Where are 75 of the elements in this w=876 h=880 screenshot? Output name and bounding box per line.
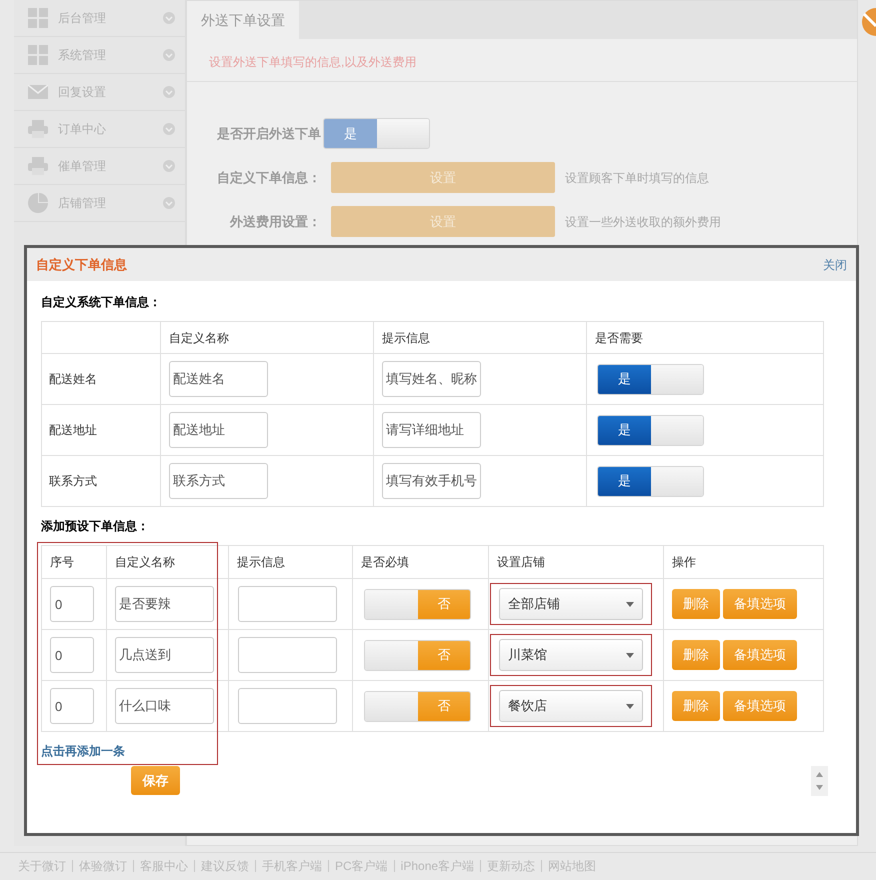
form-label: 自定义下单信息： [216,168,321,187]
store-select[interactable]: 川菜馆 [499,639,643,671]
column-header: 是否必填 [352,546,488,578]
form-label: 外送费用设置： [228,212,321,231]
tab[interactable]: 外送下单设置 [187,1,299,39]
hint-field[interactable] [238,586,337,622]
options-button[interactable]: 备填选项 [723,640,797,670]
hint-field[interactable] [238,688,337,724]
section-title: 自定义系统下单信息： [41,294,162,311]
required-toggle[interactable]: 是 [597,466,704,496]
chevron-circle-icon [163,123,175,135]
store-select[interactable]: 餐饮店 [499,690,643,722]
chevron-circle-icon [163,86,175,98]
delete-button[interactable]: 删除 [672,691,720,721]
save-button[interactable]: 保存 [131,766,180,795]
hint-field[interactable] [238,637,337,673]
column-header: 提示信息 [374,322,586,354]
chevron-circle-icon [163,197,175,209]
grid-icon [28,8,48,28]
printer-icon [28,157,48,175]
column-header: 是否需要 [586,322,824,354]
name-field[interactable]: 什么口味 [115,688,214,724]
close-icon[interactable] [860,8,876,36]
table-cell: 配送地址 [42,404,160,456]
column-header: 操作 [664,546,824,578]
required-toggle[interactable]: 否 [364,640,471,670]
required-toggle[interactable]: 否 [364,588,471,620]
chevron-circle-icon [163,160,175,172]
section-title: 添加预设下单信息： [41,518,150,535]
column-header: 序号 [42,546,106,578]
note-text: 设置一些外送收取的额外费用 [565,214,721,230]
dropdown-caret-icon [626,652,634,658]
column-header: 自定义名称 [160,322,374,354]
name-field[interactable]: 几点送到 [115,637,214,673]
required-toggle[interactable]: 是 [597,414,704,446]
chevron-circle-icon [163,12,175,24]
settings-button[interactable]: 设置 [331,162,555,193]
order-field[interactable]: 0 [50,688,94,724]
order-field[interactable]: 0 [50,586,94,622]
name-field[interactable]: 联系方式 [169,463,268,499]
grid-icon [28,45,48,65]
add-row-link[interactable]: 点击再添加一条 [41,742,125,760]
store-select[interactable]: 全部店铺 [499,588,643,620]
column-header: 设置店铺 [488,546,664,578]
envelope-icon [28,85,48,99]
delivery-toggle[interactable]: 是 [323,118,430,149]
order-field[interactable]: 0 [50,637,94,673]
column-header: 自定义名称 [106,546,228,578]
required-toggle[interactable]: 是 [597,364,704,394]
printer-icon [28,120,48,138]
scroll-arrows-icon[interactable] [811,766,828,796]
name-field[interactable]: 是否要辣 [115,586,214,622]
name-field[interactable]: 配送姓名 [169,361,268,397]
hint-field[interactable]: 填写有效手机号 [382,463,481,499]
close-link[interactable]: 关闭 [823,256,847,274]
pie-chart-icon [28,193,48,213]
chevron-circle-icon [163,49,175,61]
required-toggle[interactable]: 否 [364,690,471,722]
table-cell: 配送姓名 [42,354,160,404]
table-cell: 联系方式 [42,456,160,506]
note-text: 设置顾客下单时填写的信息 [565,170,709,186]
dialog-title: 自定义下单信息 [36,256,127,274]
delete-button[interactable]: 删除 [672,640,720,670]
settings-button[interactable]: 设置 [331,206,555,237]
hint-field[interactable]: 请写详细地址 [382,412,481,448]
options-button[interactable]: 备填选项 [723,691,797,721]
hint-text: 设置外送下单填写的信息,以及外送费用 [209,55,416,69]
column-header: 提示信息 [228,546,352,578]
form-label: 是否开启外送下单 [216,124,321,143]
name-field[interactable]: 配送地址 [169,412,268,448]
dropdown-caret-icon [626,704,634,708]
options-button[interactable]: 备填选项 [723,589,797,619]
dropdown-caret-icon [626,602,634,606]
hint-field[interactable]: 填写姓名、昵称 [382,361,481,397]
delete-button[interactable]: 删除 [672,589,720,619]
